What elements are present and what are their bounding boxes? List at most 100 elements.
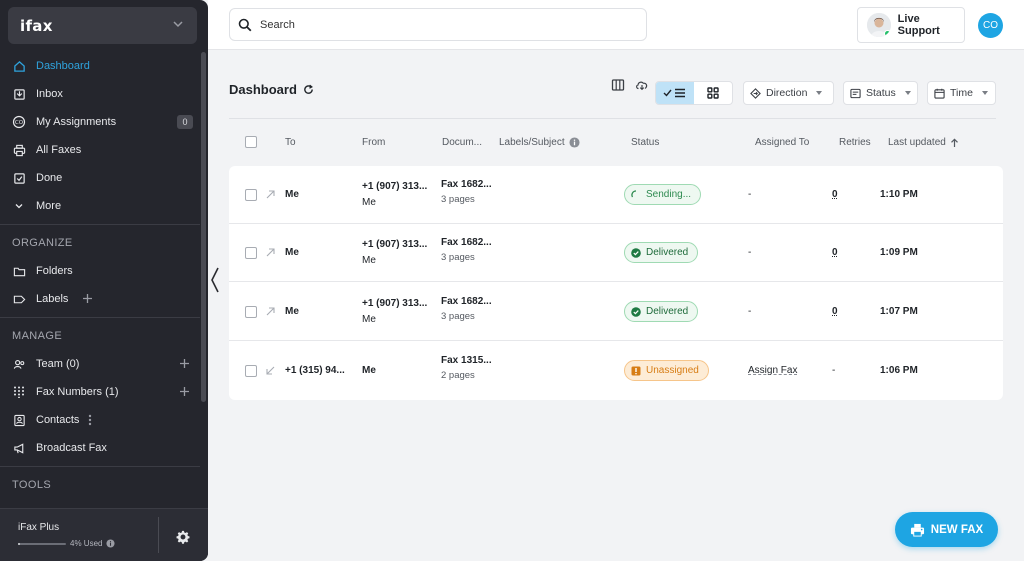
page-title: Dashboard [229,82,314,97]
assigned-to: - [748,247,752,258]
label-icon [12,292,26,306]
inbox-icon [12,87,26,101]
status-text: Unassigned [646,365,699,376]
sender-name: Me [362,197,376,208]
assignments-icon: CO [12,115,26,129]
select-all-checkbox[interactable] [245,136,257,148]
sender-name: Me [362,314,376,325]
sidebar-item-fax-numbers[interactable]: Fax Numbers (1) [0,378,200,406]
more-vertical-icon[interactable] [88,414,92,426]
cloud-download-icon[interactable] [635,78,649,92]
document-name[interactable]: Fax 1682... [441,237,492,248]
last-updated: 1:09 PM [880,247,918,258]
plan-used-label: 4% Used [70,539,103,548]
sidebar-item-label: More [36,200,62,212]
column-header-labels-subject[interactable]: Labels/Subject [499,137,580,148]
gear-icon[interactable] [176,530,190,544]
info-icon[interactable] [106,539,116,548]
time-filter[interactable]: Time [927,81,996,105]
sidebar-item-contacts[interactable]: Contacts [0,406,200,434]
document-name[interactable]: Fax 1315... [441,355,492,366]
list-view-button[interactable] [656,82,694,104]
columns-icon[interactable] [611,78,625,92]
page-count: 2 pages [441,370,475,381]
column-header-document[interactable]: Docum... [442,137,482,148]
live-support-button[interactable]: Live Support [857,7,965,43]
chevron-down-icon [12,199,26,213]
plan-usage-fill [18,543,20,545]
sidebar-item-my-assignments[interactable]: CO My Assignments 0 [0,108,200,136]
plus-icon[interactable] [82,293,93,304]
plan-usage-text: 4% Used [70,539,116,548]
collapse-sidebar-icon[interactable] [209,266,221,294]
sidebar-item-label: Inbox [36,88,63,100]
column-header-retries[interactable]: Retries [839,137,871,148]
sidebar-scrollbar[interactable] [201,52,206,402]
column-header-to[interactable]: To [285,137,296,148]
new-fax-button[interactable]: NEW FAX [895,512,998,547]
folder-icon [12,264,26,278]
support-agent-avatar [867,13,891,37]
add-team-icon[interactable] [179,358,190,369]
sidebar-item-labels[interactable]: Labels [0,285,200,313]
table-row[interactable]: +1 (315) 94... Me Fax 1315... 2 pages Un… [229,342,1003,400]
search-icon [238,18,252,31]
column-header-assigned-to[interactable]: Assigned To [755,137,809,148]
refresh-icon[interactable] [303,84,314,95]
plan-name: iFax Plus [18,522,60,533]
assign-fax-link[interactable]: Assign Fax [748,365,797,376]
info-icon[interactable] [569,137,580,148]
add-fax-number-icon[interactable] [179,386,190,397]
document-name[interactable]: Fax 1682... [441,296,492,307]
retries-count[interactable]: 0 [832,306,838,317]
sidebar-item-team[interactable]: Team (0) [0,350,200,378]
direction-filter-label: Direction [766,87,808,99]
warning-icon [631,366,641,375]
done-icon [12,171,26,185]
sidebar-item-broadcast-fax[interactable]: Broadcast Fax [0,434,200,462]
sidebar-item-folders[interactable]: Folders [0,257,200,285]
sidebar-item-done[interactable]: Done [0,164,200,192]
spinner-icon [631,189,637,197]
contacts-icon [12,413,26,427]
table-row[interactable]: Me +1 (907) 313... Me Fax 1682... 3 page… [229,166,1003,224]
table-row[interactable]: Me +1 (907) 313... Me Fax 1682... 3 page… [229,224,1003,282]
sidebar-item-label: All Faxes [36,144,82,156]
search-input[interactable] [260,18,630,31]
sidebar-item-label: Folders [36,265,73,277]
sidebar-item-all-faxes[interactable]: All Faxes [0,136,200,164]
sender-number: +1 (907) 313... [362,298,428,309]
retries-count[interactable]: 0 [832,247,838,258]
grid-view-button[interactable] [694,82,732,104]
row-checkbox[interactable] [245,306,257,318]
sidebar-item-more[interactable]: More [0,192,200,220]
user-avatar[interactable]: CO [978,13,1003,38]
workspace-switcher[interactable]: ifax [8,7,197,44]
status-icon [850,88,861,98]
column-header-status[interactable]: Status [631,137,659,148]
status-badge: Delivered [624,242,699,263]
sidebar-item-inbox[interactable]: Inbox [0,80,200,108]
fax-machine-icon [910,523,924,537]
status-badge: Delivered [624,301,699,322]
column-header-label: From [362,137,386,148]
document-name[interactable]: Fax 1682... [441,179,492,190]
sidebar-item-dashboard[interactable]: Dashboard [0,52,200,80]
search-box[interactable] [229,8,647,41]
table-row[interactable]: Me +1 (907) 313... Me Fax 1682... 3 page… [229,283,1003,341]
status-filter[interactable]: Status [843,81,918,105]
row-checkbox[interactable] [245,365,257,377]
row-checkbox[interactable] [245,247,257,259]
section-title-manage: MANAGE [12,330,63,342]
direction-filter[interactable]: Direction [743,81,834,105]
retries-count[interactable]: 0 [832,189,838,200]
page-count: 3 pages [441,252,475,263]
column-header-from[interactable]: From [362,137,385,148]
calendar-icon [934,88,945,99]
column-header-last-updated[interactable]: Last updated [888,137,959,148]
row-checkbox[interactable] [245,189,257,201]
assigned-to: - [748,189,752,200]
last-updated: 1:07 PM [880,306,918,317]
outgoing-arrow-icon [266,307,275,316]
plan-usage-bar [18,543,66,545]
